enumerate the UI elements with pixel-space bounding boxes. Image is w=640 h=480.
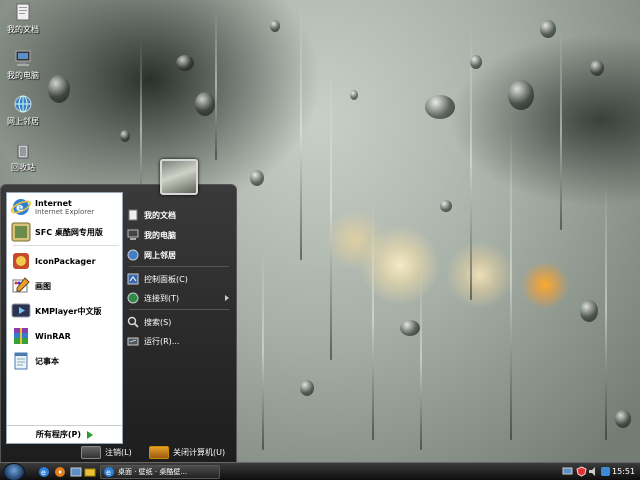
- rain-drop: [508, 80, 534, 110]
- start-menu: e Internet Internet Explorer SFC 桌酷网专用版 …: [0, 184, 237, 463]
- start-menu-programs-pane: e Internet Internet Explorer SFC 桌酷网专用版 …: [6, 192, 123, 444]
- menu-run[interactable]: 运行(R)...: [127, 332, 235, 350]
- rain-drop: [470, 55, 482, 69]
- rain-streak: [215, 10, 217, 160]
- logoff-button[interactable]: 注销(L): [81, 445, 132, 459]
- my-computer-icon: [15, 50, 31, 66]
- system-separator: [129, 309, 229, 310]
- all-programs-button[interactable]: 所有程序(P): [7, 425, 122, 443]
- places-separator: [129, 266, 229, 267]
- lock-icon: [81, 445, 101, 459]
- shutdown-button[interactable]: 关闭计算机(U): [149, 445, 225, 459]
- rain-drop: [120, 130, 130, 142]
- user-account-picture[interactable]: [160, 159, 198, 195]
- rain-drop: [176, 55, 194, 71]
- globe-icon: [127, 292, 139, 304]
- quick-launch-desktop-icon[interactable]: [70, 466, 82, 478]
- rain-drop: [195, 92, 215, 116]
- quick-launch-media-icon[interactable]: [54, 466, 66, 478]
- my-documents-icon: [128, 209, 138, 221]
- rain-drop: [270, 20, 280, 32]
- rain-streak: [420, 270, 422, 450]
- rain-streak: [262, 250, 264, 450]
- rain-streak: [300, 0, 302, 260]
- quick-launch-folder-icon[interactable]: [84, 466, 96, 478]
- place-my-documents[interactable]: 我的文档: [127, 206, 235, 224]
- desktop-icon-my-documents[interactable]: 我的文档: [0, 2, 46, 35]
- place-network-places[interactable]: 网上邻居: [127, 246, 235, 264]
- submenu-arrow-icon: [225, 295, 229, 301]
- rain-drop: [425, 95, 455, 119]
- start-menu-footer: 注销(L) 关闭计算机(U): [1, 442, 236, 462]
- rain-drop: [440, 200, 452, 212]
- my-documents-icon: [16, 3, 30, 21]
- program-notepad[interactable]: 记事本: [11, 350, 123, 372]
- tray-volume-icon[interactable]: [588, 466, 599, 477]
- rain-drop: [300, 380, 314, 396]
- rain-drop: [350, 90, 358, 100]
- rain-drop: [540, 20, 556, 38]
- taskbar-window-button[interactable]: e 桌面 · 壁纸 · 桌酷壁...: [100, 465, 220, 479]
- desktop-icon-network-places[interactable]: 网上邻居: [0, 94, 46, 127]
- green-arrow-icon: [87, 430, 94, 439]
- paint-icon: [12, 277, 30, 293]
- notepad-icon: [14, 352, 28, 370]
- rain-streak: [372, 200, 374, 440]
- tray-app-icon[interactable]: [600, 466, 611, 477]
- winrar-icon: [14, 328, 28, 344]
- network-places-icon: [14, 95, 32, 113]
- pinned-sfc[interactable]: SFC 桌酷网专用版: [11, 221, 123, 243]
- rain-streak: [605, 180, 607, 440]
- rain-drop: [615, 410, 631, 428]
- svg-text:e: e: [41, 468, 46, 477]
- program-iconpackager[interactable]: IconPackager: [11, 250, 123, 272]
- network-places-icon: [127, 249, 139, 261]
- menu-control-panel[interactable]: 控制面板(C): [127, 270, 235, 288]
- sfc-icon: [11, 222, 31, 242]
- pinned-separator: [13, 245, 119, 246]
- desktop-icon-my-computer[interactable]: 我的电脑: [0, 48, 46, 81]
- rain-streak: [510, 120, 512, 440]
- pinned-internet-explorer[interactable]: e Internet Internet Explorer: [11, 196, 123, 218]
- kmplayer-icon: [11, 303, 31, 318]
- program-winrar[interactable]: WinRAR: [11, 325, 123, 347]
- rain-drop: [250, 170, 264, 186]
- tray-network-icon[interactable]: [562, 466, 573, 477]
- tray-security-icon[interactable]: [576, 466, 587, 477]
- control-panel-icon: [127, 273, 139, 285]
- power-icon: [149, 445, 169, 459]
- rain-drop: [400, 320, 420, 336]
- internet-explorer-icon: e: [104, 467, 114, 477]
- program-paint[interactable]: 画图: [11, 275, 123, 297]
- menu-search[interactable]: 搜索(S): [127, 313, 235, 331]
- desktop-icon-recycle-bin[interactable]: 回收站: [0, 140, 46, 173]
- svg-text:e: e: [106, 468, 111, 477]
- iconpackager-icon: [13, 253, 29, 269]
- my-computer-icon: [127, 229, 139, 240]
- program-kmplayer[interactable]: KMPlayer中文版: [11, 300, 123, 322]
- menu-connect-to[interactable]: 连接到(T): [127, 289, 235, 307]
- start-button[interactable]: [3, 463, 25, 480]
- taskbar: e e 桌面 · 壁纸 · 桌酷壁... 15:51: [0, 462, 640, 480]
- rain-streak: [330, 60, 332, 360]
- recycle-bin-icon: [17, 143, 29, 159]
- start-menu-places-pane: 我的文档 我的电脑 网上邻居 控制面板(C) 连接到(T) 搜索(S) 运行(R…: [123, 192, 235, 444]
- rain-drop: [48, 75, 70, 103]
- taskbar-clock: 15:51: [612, 467, 636, 476]
- rain-drop: [580, 300, 598, 322]
- rain-streak: [560, 30, 562, 230]
- run-icon: [127, 337, 139, 346]
- search-icon: [127, 316, 139, 328]
- quick-launch-ie-icon[interactable]: e: [38, 466, 50, 478]
- rain-drop: [590, 60, 604, 76]
- svg-text:e: e: [16, 201, 23, 214]
- internet-explorer-icon: e: [11, 199, 31, 215]
- place-my-computer[interactable]: 我的电脑: [127, 226, 235, 244]
